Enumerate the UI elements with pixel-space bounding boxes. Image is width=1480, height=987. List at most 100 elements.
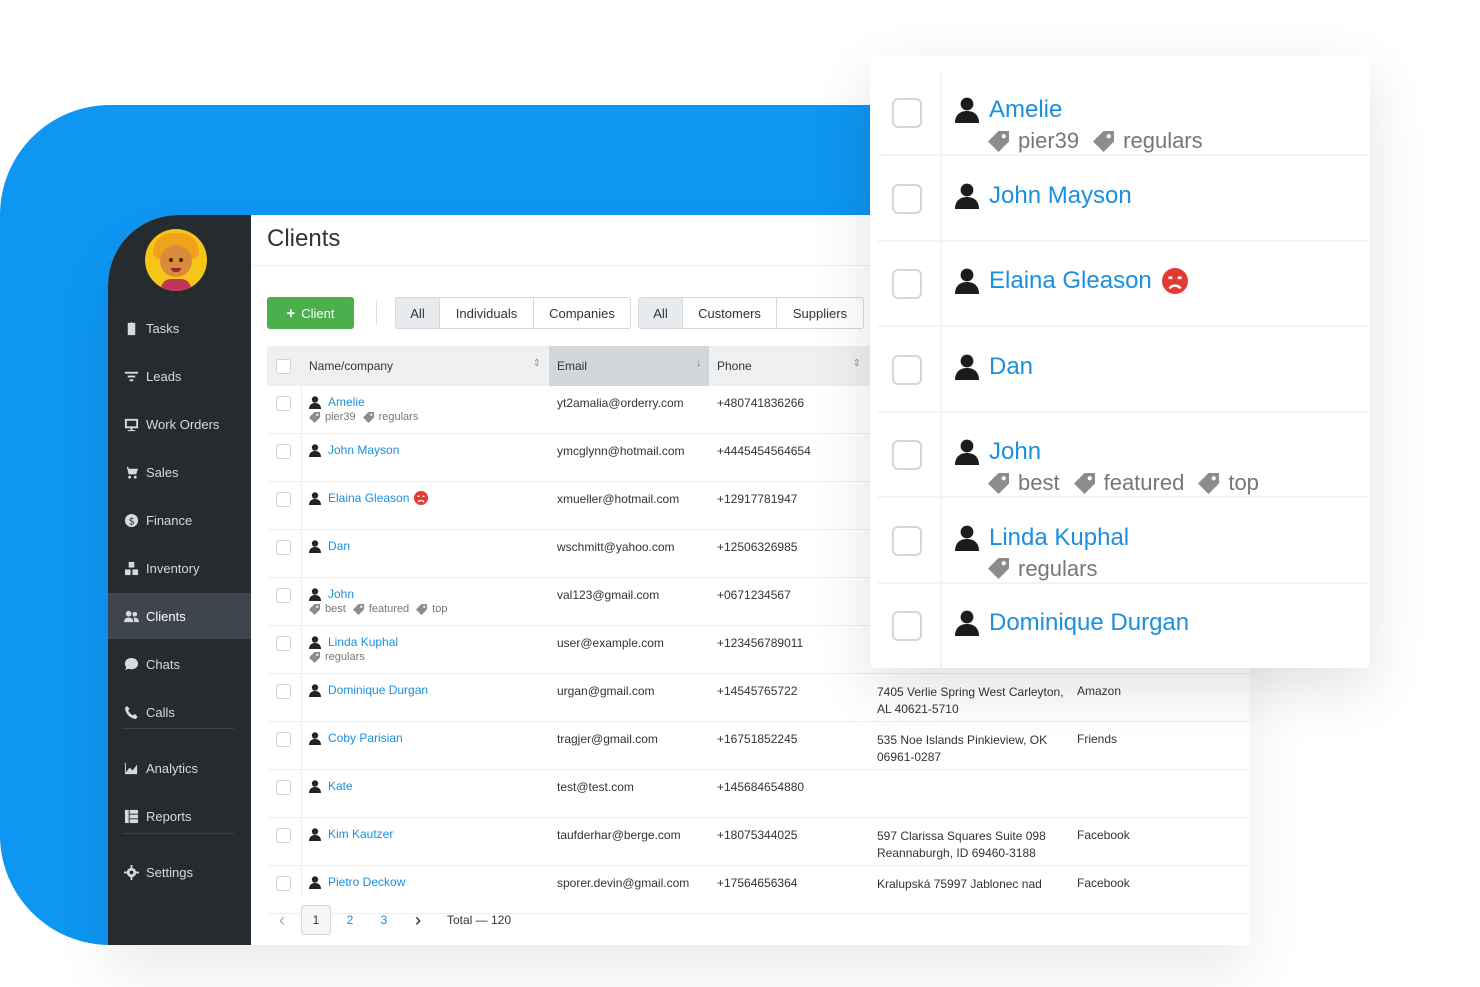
- sidebar-item-label: Sales: [146, 464, 179, 480]
- page-2-button[interactable]: 2: [335, 905, 365, 935]
- card-row-checkbox[interactable]: [892, 440, 922, 470]
- card-row-checkbox[interactable]: [892, 611, 922, 641]
- table-row[interactable]: Kate test@test.com +145684654880: [267, 770, 1250, 818]
- row-checkbox[interactable]: [276, 780, 291, 795]
- email-column-header[interactable]: Email ↓: [549, 346, 709, 386]
- client-name-link[interactable]: Kim Kautzer: [328, 827, 393, 841]
- sidebar-item-chats[interactable]: Chats: [108, 641, 251, 687]
- card-row-checkbox[interactable]: [892, 354, 922, 385]
- client-name-link[interactable]: Elaina Gleason: [328, 491, 409, 505]
- zoomed-client-card: Amelie pier39 regulars John Mayson Elaina Gl…: [870, 56, 1370, 668]
- sidebar-item-sales[interactable]: Sales: [108, 449, 251, 495]
- name-cell: Linda Kuphal regulars: [309, 635, 398, 663]
- type-filter-all[interactable]: All: [396, 298, 440, 328]
- card-client-name-link[interactable]: John Mayson: [989, 182, 1132, 210]
- client-name-link[interactable]: John: [328, 587, 354, 601]
- tag-list: pier39 regulars: [309, 411, 425, 423]
- page-title: Clients: [267, 225, 341, 252]
- name-cell: Amelie pier39 regulars: [309, 395, 425, 423]
- type-filter-companies[interactable]: Companies: [534, 298, 630, 328]
- tag-label: regulars: [1018, 555, 1098, 581]
- card-client-name-link[interactable]: John: [989, 438, 1041, 466]
- add-client-button[interactable]: + Client: [267, 297, 354, 329]
- card-row-checkbox[interactable]: [892, 269, 922, 299]
- table-row[interactable]: Coby Parisian tragjer@gmail.com +167518522…: [267, 722, 1250, 770]
- select-all-checkbox[interactable]: [276, 358, 291, 374]
- work-orders-icon: [122, 415, 140, 433]
- card-row-checkbox[interactable]: [892, 98, 922, 128]
- row-checkbox[interactable]: [276, 444, 291, 459]
- client-name-link[interactable]: Coby Parisian: [328, 731, 403, 745]
- role-filter: All Customers Suppliers: [638, 297, 864, 329]
- row-checkbox[interactable]: [276, 828, 291, 843]
- table-row[interactable]: Kim Kautzer taufderhar@berge.com +18075344…: [267, 818, 1250, 866]
- card-row-checkbox[interactable]: [892, 525, 922, 556]
- row-checkbox[interactable]: [276, 732, 291, 747]
- row-checkbox[interactable]: [276, 540, 291, 555]
- user-avatar[interactable]: [145, 229, 207, 291]
- phone-cell: +12917781947: [717, 492, 798, 506]
- row-checkbox[interactable]: [276, 876, 291, 891]
- sidebar-item-inventory[interactable]: Inventory: [108, 545, 251, 591]
- sidebar-item-analytics[interactable]: Analytics: [108, 745, 251, 791]
- card-row[interactable]: Amelie pier39 regulars: [870, 70, 1370, 156]
- source-cell: Facebook: [1077, 828, 1130, 842]
- client-name-link[interactable]: Dan: [328, 539, 350, 553]
- card-client-name-link[interactable]: Elaina Gleason: [989, 267, 1152, 295]
- client-name-link[interactable]: Amelie: [328, 395, 365, 409]
- next-page-button[interactable]: ›: [403, 905, 433, 935]
- name-column-header[interactable]: Name/company ⇕: [301, 346, 549, 386]
- client-name-link[interactable]: Kate: [328, 779, 353, 793]
- client-name-link[interactable]: Linda Kuphal: [328, 635, 398, 649]
- page-1-button[interactable]: 1: [301, 905, 331, 935]
- sidebar-item-tasks[interactable]: Tasks: [108, 305, 251, 351]
- card-row-checkbox[interactable]: [892, 183, 922, 214]
- phone-column-header[interactable]: Phone ⇕: [709, 346, 869, 386]
- person-icon: [309, 875, 321, 889]
- card-row[interactable]: Dan: [870, 327, 1370, 413]
- card-client-name-link[interactable]: Amelie: [989, 96, 1062, 124]
- row-checkbox[interactable]: [276, 636, 291, 651]
- name-cell: Pietro Deckow: [309, 875, 405, 889]
- row-checkbox[interactable]: [276, 588, 291, 603]
- sidebar-item-clients[interactable]: Clients: [108, 593, 251, 639]
- role-filter-all[interactable]: All: [639, 298, 683, 328]
- client-name-link[interactable]: John Mayson: [328, 443, 399, 457]
- card-client-name-link[interactable]: Linda Kuphal: [989, 524, 1129, 552]
- role-filter-customers[interactable]: Customers: [683, 298, 777, 328]
- card-row[interactable]: Linda Kuphal regulars: [870, 498, 1370, 584]
- phone-cell: +0671234567: [717, 588, 791, 602]
- role-filter-suppliers[interactable]: Suppliers: [777, 298, 863, 328]
- card-row[interactable]: John Mayson: [870, 156, 1370, 242]
- type-filter-individuals[interactable]: Individuals: [440, 298, 534, 328]
- address-cell: 535 Noe Islands Pinkieview, OK 06961-028…: [877, 733, 1048, 764]
- row-checkbox[interactable]: [276, 396, 291, 411]
- card-row[interactable]: Dominique Durgan: [870, 583, 1370, 668]
- tag-icon: [988, 130, 1009, 152]
- prev-page-button[interactable]: ‹: [267, 905, 297, 935]
- type-filter: All Individuals Companies: [395, 297, 631, 329]
- card-tag-list: best featured top: [988, 470, 1273, 496]
- table-row[interactable]: Dominique Durgan urgan@gmail.com +14545765…: [267, 674, 1250, 722]
- card-client-name-link[interactable]: Dan: [989, 353, 1033, 381]
- sidebar-item-work-orders[interactable]: Work Orders: [108, 401, 251, 447]
- gear-icon: [122, 863, 140, 881]
- name-cell: John Mayson: [309, 443, 399, 457]
- row-checkbox[interactable]: [276, 684, 291, 699]
- sidebar-item-leads[interactable]: Leads: [108, 353, 251, 399]
- sidebar-item-finance[interactable]: $ Finance: [108, 497, 251, 543]
- sidebar-item-settings[interactable]: Settings: [108, 849, 251, 895]
- address-cell: Kralupská 75997 Jablonec nad: [877, 877, 1042, 891]
- card-row[interactable]: Elaina Gleason: [870, 241, 1370, 327]
- client-name-link[interactable]: Pietro Deckow: [328, 875, 405, 889]
- area-chart-icon: [122, 759, 140, 777]
- tag-label: regulars: [378, 411, 419, 423]
- client-name-link[interactable]: Dominique Durgan: [328, 683, 428, 697]
- card-row[interactable]: John best featured top: [870, 412, 1370, 498]
- sidebar-item-label: Analytics: [146, 760, 199, 776]
- card-client-name-link[interactable]: Dominique Durgan: [989, 609, 1189, 637]
- person-icon: [955, 610, 979, 636]
- row-checkbox[interactable]: [276, 492, 291, 507]
- page-3-button[interactable]: 3: [369, 905, 399, 935]
- pagination: ‹ 1 2 3 › Total — 120: [267, 903, 511, 937]
